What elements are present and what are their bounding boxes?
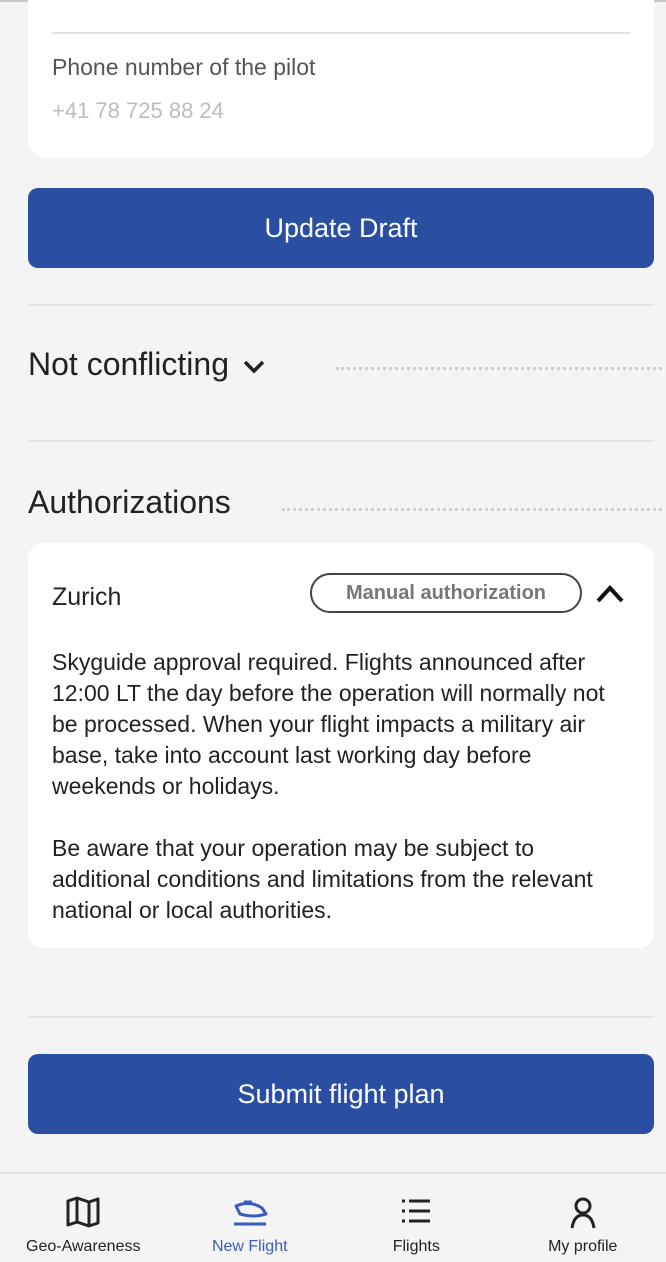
submit-flight-plan-button[interactable]: Submit flight plan	[28, 1054, 654, 1134]
person-icon	[570, 1197, 596, 1229]
authorization-name: Zurich	[52, 583, 122, 611]
section-divider	[28, 304, 654, 306]
authorizations-title: Authorizations	[28, 484, 231, 520]
authorization-card: Zurich Manual authorization Skyguide app…	[28, 543, 654, 948]
chevron-up-icon[interactable]	[594, 581, 626, 607]
conflicts-toggle[interactable]: Not conflicting	[28, 346, 265, 383]
nav-label: Flights	[392, 1238, 440, 1255]
section-divider	[28, 440, 654, 442]
list-icon	[402, 1199, 431, 1223]
dotted-rule	[336, 367, 662, 370]
section-divider	[28, 1016, 654, 1018]
authorization-description: Skyguide approval required. Flights anno…	[52, 647, 632, 926]
chevron-down-icon	[243, 346, 265, 383]
authorization-paragraph: Be aware that your operation may be subj…	[52, 835, 593, 923]
nav-item-flights[interactable]: Flights	[333, 1174, 500, 1262]
drone-icon	[233, 1200, 268, 1226]
authorization-paragraph: Skyguide approval required. Flights anno…	[52, 649, 605, 799]
nav-item-my-profile[interactable]: My profile	[500, 1174, 666, 1262]
pilot-phone-value[interactable]: +41 78 725 88 24	[52, 98, 224, 124]
conflicts-title: Not conflicting	[28, 346, 229, 382]
dotted-rule	[282, 508, 662, 511]
pilot-phone-label: Phone number of the pilot	[52, 54, 316, 80]
card-divider	[52, 32, 630, 34]
pilot-info-card: Phone number of the pilot +41 78 725 88 …	[28, 0, 654, 157]
map-icon	[66, 1196, 100, 1228]
nav-label: My profile	[548, 1238, 618, 1255]
nav-label: Geo-Awareness	[26, 1238, 141, 1255]
nav-item-new-flight[interactable]: New Flight	[167, 1174, 334, 1262]
nav-item-geo-awareness[interactable]: Geo-Awareness	[0, 1174, 167, 1262]
status-badge: Manual authorization	[310, 573, 582, 613]
update-draft-button[interactable]: Update Draft	[28, 188, 654, 268]
bottom-navigation: Geo-Awareness New Flight Flights My prof…	[0, 1172, 666, 1262]
nav-label: New Flight	[211, 1238, 288, 1255]
